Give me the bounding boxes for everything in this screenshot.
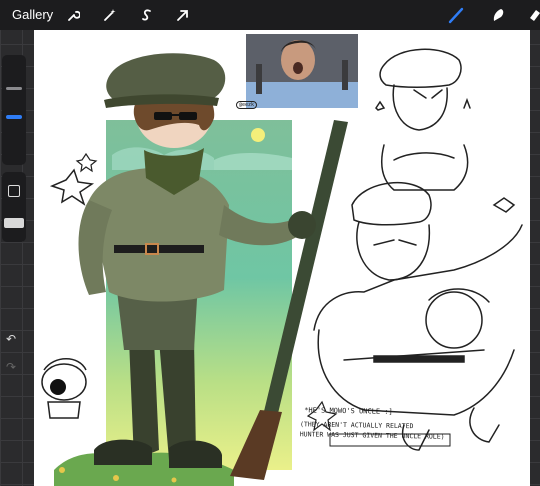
sketch-top-right [375,48,471,191]
slider-tick [6,87,22,90]
opacity-slider[interactable] [2,172,26,242]
undo-icon[interactable]: ↶ [6,332,16,346]
brush-icon[interactable] [447,6,465,24]
opacity-thumb[interactable] [4,218,24,228]
artist-signature: @eezk [236,101,258,109]
smudge-icon[interactable] [489,6,507,24]
caption-note: *HE'S MOWO'S UNCLE :] (THEY AREN'T ACTUA… [300,405,501,442]
transform-arrow-icon[interactable] [174,6,192,24]
top-toolbar: Gallery [0,0,540,30]
wrench-icon[interactable] [64,6,82,24]
sun [251,128,265,142]
brush-size-slider[interactable] [2,55,26,165]
eraser-icon[interactable] [528,6,540,24]
brush-size-thumb[interactable] [6,115,22,119]
webcam-thumbnail [246,34,358,108]
caption-line-1: *HE'S MOWO'S UNCLE :] [304,406,393,416]
redo-icon[interactable]: ↷ [6,360,16,374]
selection-icon[interactable] [138,6,156,24]
gallery-button[interactable]: Gallery [12,7,53,22]
square-icon[interactable] [8,185,20,197]
magic-wand-icon[interactable] [101,6,119,24]
